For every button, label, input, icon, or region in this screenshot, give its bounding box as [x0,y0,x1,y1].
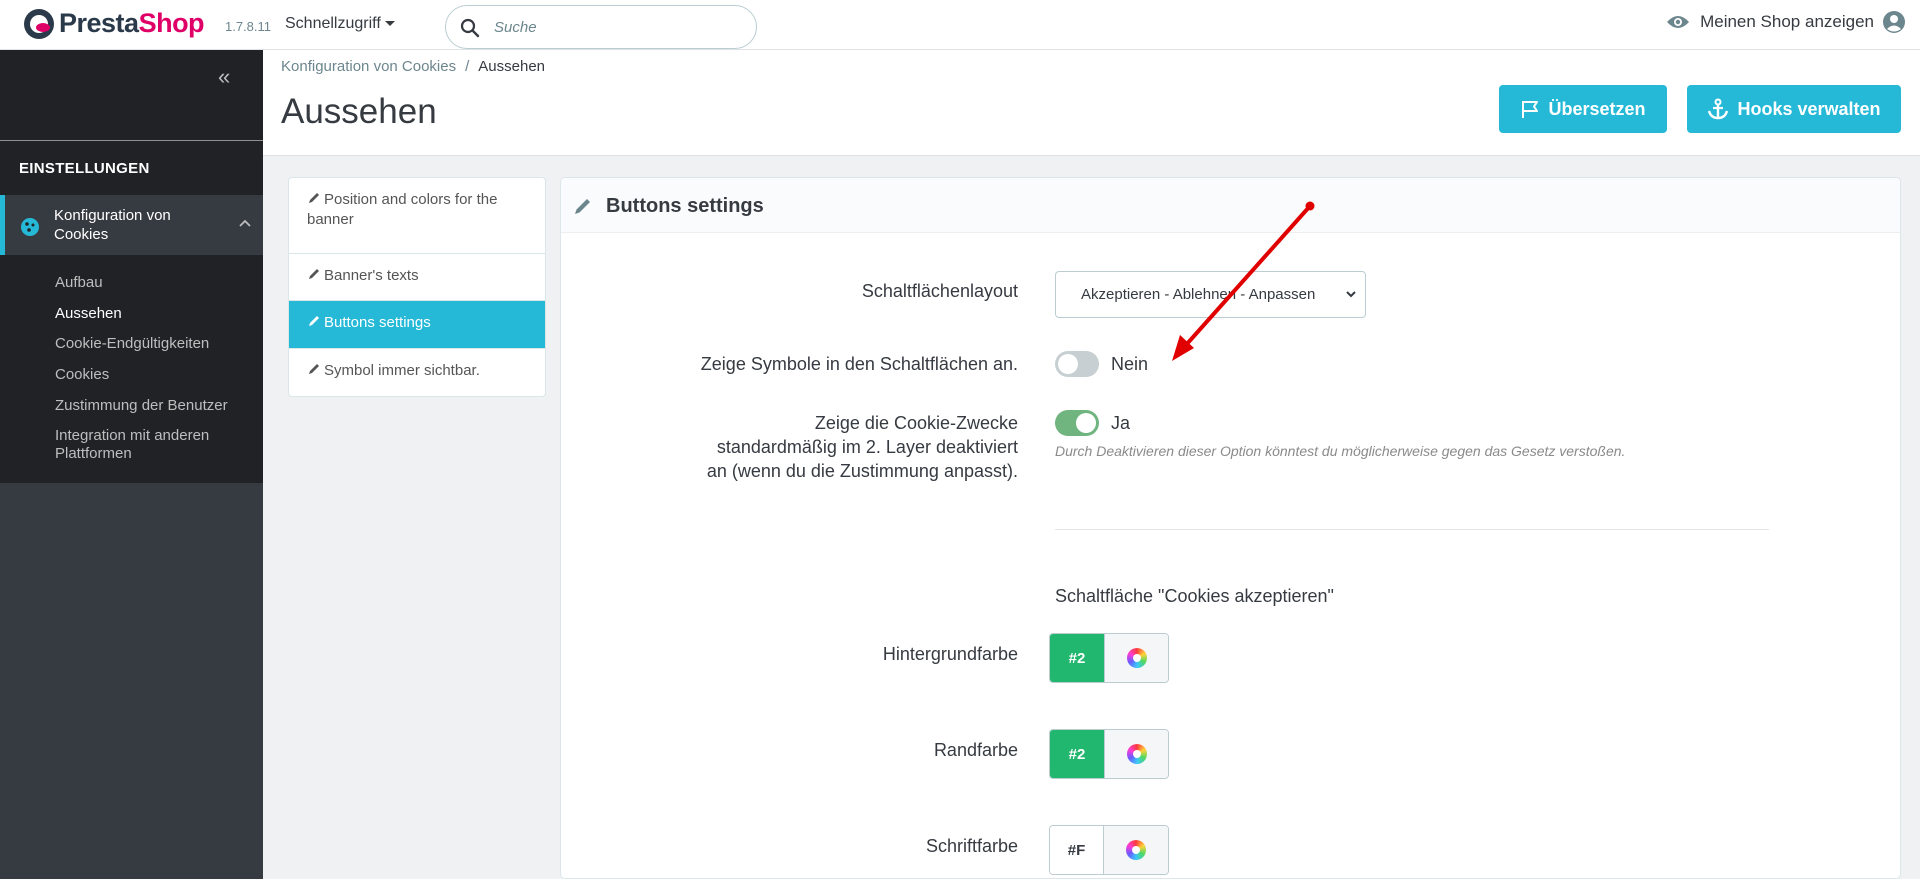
sidebar-item-cookie-config[interactable]: Konfiguration von Cookies [0,195,263,255]
sidebar-subitem-cookie-purposes[interactable]: Cookie-Endgültigkeiten [55,335,209,353]
sidebar: « EINSTELLUNGEN Konfiguration von Cookie… [0,50,263,879]
layout-label: Schaltflächenlayout [861,281,1018,301]
version-label: 1.7.8.11 [225,19,272,34]
sidebar-subitem-integration[interactable]: Integration mit anderen Plattformen [55,427,245,463]
tab-banner-texts[interactable]: Banner's texts [289,254,545,301]
color-wheel-icon [1126,744,1147,764]
breadcrumb-current: Aussehen [478,58,545,75]
toggle-knob [1076,413,1096,433]
caret-down-icon [384,21,395,27]
prestashop-logo[interactable]: PrestaShop [24,8,205,39]
breadcrumb: Konfiguration von Cookies / Aussehen [281,58,545,75]
section-divider [1055,529,1769,530]
bg-color-value[interactable]: #2 [1050,634,1104,682]
pencil-icon [309,193,319,203]
show-icons-label: Zeige Symbole in den Schaltflächen an. [700,354,1018,374]
panel-header: Buttons settings [561,178,1900,233]
sidebar-subitem-user-consent[interactable]: Zustimmung der Benutzer [55,397,228,415]
pencil-icon [309,364,319,374]
settings-tab-list: Position and colors for the banner Banne… [288,177,546,397]
color-wheel-icon [1126,648,1147,668]
sidebar-subitem-aufbau[interactable]: Aufbau [55,274,103,292]
button-layout-select[interactable]: Akzeptieren - Ablehnen - Anpassen [1055,271,1366,318]
accept-button-heading: Schaltfläche "Cookies akzeptieren" [1055,586,1334,606]
sidebar-subitem-cookies[interactable]: Cookies [55,366,109,384]
logo-text: PrestaShop [59,8,205,38]
tab-buttons-settings[interactable]: Buttons settings [289,301,545,349]
button-layout-value: Akzeptieren - Ablehnen - Anpassen [1081,286,1316,303]
panel-title: Buttons settings [606,195,764,217]
sidebar-top: « EINSTELLUNGEN Konfiguration von Cookie… [0,50,263,483]
chevron-up-icon [239,219,251,227]
pencil-icon [309,316,319,326]
border-color-picker-button[interactable] [1104,730,1168,778]
sidebar-divider [0,140,263,141]
search-input[interactable]: Suche [445,5,757,49]
show-icons-toggle[interactable] [1055,351,1099,377]
page-title: Aussehen [281,92,437,131]
border-color-label: Randfarbe [933,740,1018,760]
font-color-value[interactable]: #F [1050,826,1104,874]
chevron-down-icon [1346,291,1356,298]
eye-icon [1667,16,1690,28]
bg-color-picker-button[interactable] [1104,634,1168,682]
view-shop-link[interactable]: Meinen Shop anzeigen [1666,10,1906,34]
font-color-label: Schriftfarbe [925,836,1018,856]
purposes-disabled-state: Ja [1111,413,1131,433]
tab-position-colors[interactable]: Position and colors for the banner [289,178,545,254]
sidebar-subitem-aussehen[interactable]: Aussehen [55,305,122,323]
purposes-label-line-3: an (wenn du die Zustimmung anpasst). [706,461,1018,481]
translate-button[interactable]: Übersetzen [1499,85,1667,133]
top-header: PrestaShop 1.7.8.11 Schnellzugriff Suche… [0,0,1920,50]
purposes-disabled-toggle[interactable] [1055,410,1099,436]
purposes-label-line-1: Zeige die Cookie-Zwecke [814,413,1018,433]
manage-hooks-button[interactable]: Hooks verwalten [1687,85,1901,133]
quick-access-dropdown[interactable]: Schnellzugriff [285,15,395,33]
purposes-help-text: Durch Deaktivieren dieser Option könntes… [1055,443,1626,459]
breadcrumb-parent-link[interactable]: Konfiguration von Cookies [281,58,456,75]
collapse-sidebar-icon[interactable]: « [218,64,230,90]
sidebar-item-label: Konfiguration von Cookies [54,207,171,243]
border-color-value[interactable]: #2 [1050,730,1104,778]
purposes-label-line-2: standardmäßig im 2. Layer deaktiviert [716,437,1018,457]
font-color-picker-button[interactable] [1104,826,1168,874]
cookie-icon [21,218,39,236]
user-account-icon[interactable] [1882,10,1906,34]
tab-symbol-always-visible[interactable]: Symbol immer sichtbar. [289,349,545,396]
toggle-knob [1058,354,1078,374]
sidebar-section-title: EINSTELLUNGEN [19,160,150,177]
search-icon [460,18,480,38]
active-indicator [0,195,5,255]
border-color-picker[interactable]: #2 [1049,729,1169,779]
flag-icon [1522,101,1539,118]
pencil-icon [309,269,319,279]
bg-color-picker[interactable]: #2 [1049,633,1169,683]
font-color-picker[interactable]: #F [1049,825,1169,875]
search-placeholder: Suche [494,19,537,36]
prestashop-logo-icon [24,8,54,39]
bg-color-label: Hintergrundfarbe [882,644,1018,664]
show-icons-state: Nein [1111,354,1149,374]
pencil-icon [575,199,590,214]
anchor-icon [1708,98,1729,120]
color-wheel-icon [1126,840,1146,860]
